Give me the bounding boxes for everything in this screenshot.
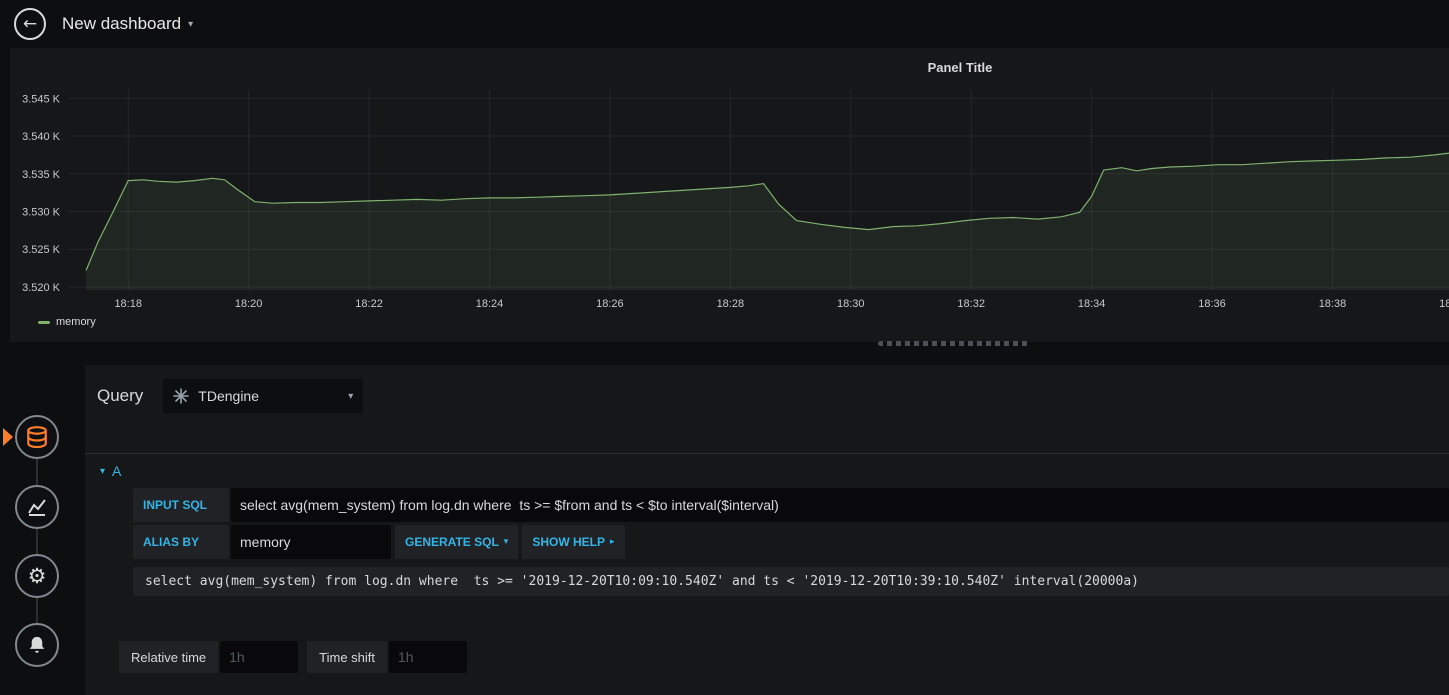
back-arrow-icon: ← [22, 14, 38, 34]
tab-rail-connector [36, 437, 38, 645]
generate-sql-button[interactable]: GENERATE SQL ▾ [395, 525, 519, 559]
caret-down-icon: ▾ [503, 537, 509, 547]
query-ref-row[interactable]: ▾ A [85, 454, 1449, 488]
svg-text:18:28: 18:28 [717, 298, 745, 310]
input-sql-row: INPUT SQL [133, 488, 1449, 522]
time-shift-field[interactable] [389, 641, 467, 673]
input-sql-label: INPUT SQL [133, 488, 229, 522]
caret-down-icon: ▾ [348, 390, 354, 402]
datasource-name: TDengine [198, 388, 259, 404]
show-help-button[interactable]: SHOW HELP ▸ [522, 525, 625, 559]
datasource-picker[interactable]: TDengine ▾ [163, 379, 364, 413]
svg-text:18:32: 18:32 [957, 298, 985, 310]
generated-sql-text: select avg(mem_system) from log.dn where… [133, 567, 1449, 596]
legend-swatch [38, 320, 50, 324]
generate-sql-label: GENERATE SQL [405, 535, 499, 549]
time-options-row: Relative time Time shift [119, 641, 1449, 673]
dashboard-title-text: New dashboard [62, 14, 182, 33]
query-header: Query TDengine ▾ [85, 378, 1449, 414]
dashboard-title[interactable]: New dashboard ▾ [62, 14, 193, 34]
svg-text:3.530 K: 3.530 K [22, 207, 61, 219]
svg-text:18:40: 18:40 [1439, 298, 1449, 310]
caret-down-icon: ▾ [188, 18, 194, 30]
relative-time-label: Relative time [119, 641, 219, 673]
active-tab-arrow-icon [3, 428, 13, 446]
section-title: Query [97, 386, 144, 405]
alias-by-field[interactable] [231, 525, 391, 559]
svg-text:18:38: 18:38 [1319, 298, 1347, 310]
editor-tab-rail: ⚙ [0, 365, 85, 695]
gear-icon: ⚙ [27, 563, 47, 588]
svg-text:3.525 K: 3.525 K [22, 244, 61, 256]
top-navbar: ← New dashboard ▾ [0, 0, 1449, 48]
tab-general[interactable]: ⚙ [15, 554, 59, 598]
graph-panel: Panel Title 18:18 18:20 18:22 18:24 18:26 18:… [10, 48, 1449, 342]
chart-canvas[interactable]: 18:18 18:20 18:22 18:24 18:26 18:28 18:30 18:32… [10, 88, 1449, 314]
chart-legend: memory [38, 316, 1449, 328]
svg-text:18:18: 18:18 [114, 298, 142, 310]
svg-text:3.535 K: 3.535 K [22, 169, 61, 181]
svg-text:18:30: 18:30 [837, 298, 865, 310]
svg-text:3.540 K: 3.540 K [22, 131, 61, 143]
svg-text:18:26: 18:26 [596, 298, 624, 310]
show-help-label: SHOW HELP [532, 535, 605, 549]
svg-text:18:22: 18:22 [355, 298, 383, 310]
panel-resize-handle[interactable] [878, 341, 1028, 346]
svg-text:18:36: 18:36 [1198, 298, 1226, 310]
svg-text:3.520 K: 3.520 K [22, 282, 61, 294]
alias-by-row: ALIAS BY GENERATE SQL ▾ SHOW HELP ▸ [133, 525, 1449, 559]
svg-text:18:20: 18:20 [235, 298, 263, 310]
alias-by-label: ALIAS BY [133, 525, 229, 559]
line-chart-icon [28, 499, 46, 516]
panel-title[interactable]: Panel Title [10, 48, 1449, 88]
svg-text:18:34: 18:34 [1078, 298, 1106, 310]
tab-visualization[interactable] [15, 485, 59, 529]
database-icon [27, 426, 47, 449]
tab-alert[interactable] [15, 623, 59, 667]
legend-item-memory[interactable]: memory [56, 316, 96, 328]
caret-right-icon: ▸ [610, 537, 615, 547]
time-shift-label: Time shift [307, 641, 387, 673]
tdengine-logo-icon [173, 388, 190, 404]
input-sql-field[interactable] [231, 488, 1449, 522]
query-ref-letter: A [112, 463, 122, 479]
svg-text:18:24: 18:24 [476, 298, 504, 310]
svg-text:3.545 K: 3.545 K [22, 93, 61, 105]
panel-viewport: Panel Title 18:18 18:20 18:22 18:24 18:26 18:… [10, 48, 1449, 342]
query-editor-main: Query TDengine ▾ ▾ A INPUT SQL select av… [85, 365, 1449, 695]
collapse-caret-icon: ▾ [100, 465, 106, 477]
relative-time-field[interactable] [220, 641, 299, 673]
back-button[interactable]: ← [14, 8, 46, 40]
bell-icon [29, 636, 45, 653]
tab-queries[interactable] [15, 415, 59, 459]
panel-editor: ⚙ Query TDengine ▾ ▾ A INPUT SQL select … [0, 365, 1449, 695]
